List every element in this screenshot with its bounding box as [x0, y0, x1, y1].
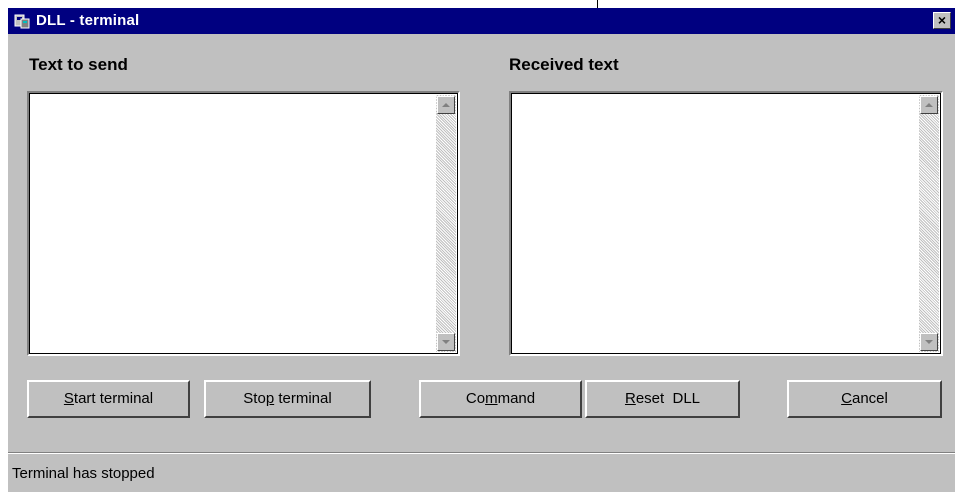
stop-terminal-button[interactable]: Stop terminal: [204, 380, 371, 418]
reset-dll-button[interactable]: Reset DLL: [585, 380, 740, 418]
reset-label-post: eset DLL: [635, 390, 701, 407]
status-separator: [8, 452, 955, 454]
send-text-box[interactable]: [27, 91, 460, 356]
scroll-down-arrow-icon: [442, 340, 450, 344]
command-label-accel: m: [485, 390, 498, 407]
send-scroll-down-button[interactable]: [437, 333, 455, 351]
terminal-window: DLL - terminal × Text to send Received t…: [8, 8, 955, 492]
received-scroll-down-button[interactable]: [920, 333, 938, 351]
status-text: Terminal has stopped: [12, 465, 155, 482]
start-label-accel: S: [63, 390, 74, 407]
cancel-button[interactable]: Cancel: [787, 380, 942, 418]
received-text-box[interactable]: [509, 91, 943, 356]
status-bar: Terminal has stopped: [8, 455, 955, 492]
title-bar[interactable]: DLL - terminal ×: [8, 8, 955, 34]
send-scrollbar[interactable]: [436, 95, 456, 352]
scroll-down-arrow-icon: [925, 340, 933, 344]
received-text-label: Received text: [509, 55, 619, 74]
stop-label-accel: p: [265, 390, 275, 407]
start-label-post: tart terminal: [73, 390, 154, 407]
send-scroll-up-button[interactable]: [437, 96, 455, 114]
window-title: DLL - terminal: [36, 12, 140, 29]
command-button[interactable]: Command: [419, 380, 582, 418]
received-text-output[interactable]: [513, 95, 919, 352]
send-text-label: Text to send: [29, 55, 128, 74]
stop-label-pre: Sto: [243, 390, 266, 407]
received-scroll-up-button[interactable]: [920, 96, 938, 114]
cancel-label-accel: C: [841, 390, 852, 407]
scroll-up-arrow-icon: [442, 103, 450, 107]
close-icon: ×: [937, 12, 947, 28]
close-button[interactable]: ×: [933, 12, 951, 29]
app-icon: [14, 14, 30, 29]
received-scrollbar[interactable]: [919, 95, 939, 352]
stop-label-post: terminal: [274, 390, 332, 407]
command-label-post: mand: [497, 390, 536, 407]
start-terminal-button[interactable]: Start terminal: [27, 380, 190, 418]
stray-cursor-mark: [597, 0, 598, 8]
scroll-up-arrow-icon: [925, 103, 933, 107]
cancel-label-post: ancel: [851, 390, 888, 407]
send-text-input[interactable]: [31, 95, 436, 352]
command-label-pre: Co: [465, 390, 486, 407]
reset-label-accel: R: [624, 390, 636, 407]
